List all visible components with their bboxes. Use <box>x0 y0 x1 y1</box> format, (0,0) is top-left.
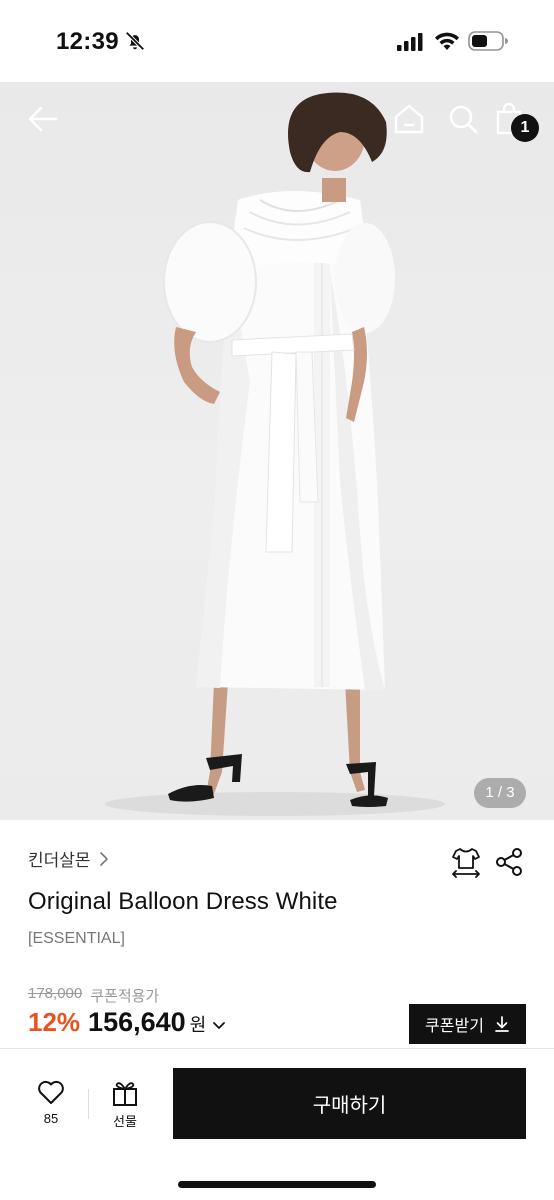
search-icon[interactable] <box>446 102 480 136</box>
cart-count-badge: 1 <box>511 114 539 142</box>
signal-icon <box>397 33 423 51</box>
brand-name: 킨더살몬 <box>28 851 91 870</box>
price-row[interactable]: 12% 156,640 원 <box>28 1007 226 1038</box>
like-count: 85 <box>43 1111 59 1126</box>
heart-icon <box>38 1080 64 1104</box>
product-photo <box>105 92 445 816</box>
get-coupon-button[interactable]: 쿠폰받기 <box>409 1004 526 1044</box>
home-indicator <box>178 1181 376 1188</box>
discount-rate: 12% <box>28 1007 81 1037</box>
wifi-icon <box>435 32 459 50</box>
buy-button-label: 구매하기 <box>312 1095 387 1117</box>
gift-icon <box>113 1082 137 1106</box>
product-title: Original Balloon Dress White <box>28 888 338 915</box>
gift-button[interactable]: 선물 <box>102 1079 148 1130</box>
currency-unit: 원 <box>189 1015 207 1035</box>
brand-link[interactable]: 킨더살몬 <box>28 846 109 871</box>
buy-button[interactable]: 구매하기 <box>173 1068 526 1139</box>
product-collection: [ESSENTIAL] <box>28 930 125 947</box>
gallery-page-indicator: 1 / 3 <box>474 778 526 808</box>
divider <box>88 1089 89 1119</box>
sale-price: 156,640 <box>88 1007 186 1037</box>
original-price: 178,000 <box>28 985 83 1002</box>
bottom-action-bar: 85 선물 구매하기 <box>0 1048 554 1200</box>
size-guide-icon[interactable] <box>450 846 482 878</box>
back-arrow-icon[interactable] <box>26 102 60 136</box>
share-icon[interactable] <box>494 846 524 878</box>
chevron-right-icon <box>99 851 108 866</box>
original-price-row: 178,000 쿠폰적용가 <box>28 985 159 1006</box>
gift-label: 선물 <box>113 1114 137 1129</box>
status-bar: 12:39 <box>0 0 554 82</box>
bell-slash-icon <box>125 31 145 51</box>
status-time: 12:39 <box>56 28 119 55</box>
coupon-button-label: 쿠폰받기 <box>425 1018 484 1035</box>
coupon-price-note: 쿠폰적용가 <box>90 988 160 1005</box>
battery-icon <box>468 31 508 51</box>
home-icon[interactable] <box>392 102 426 136</box>
download-icon <box>495 1016 509 1032</box>
chevron-down-icon[interactable] <box>212 1021 226 1031</box>
product-image-carousel[interactable]: 1 / 3 <box>0 82 554 820</box>
like-button[interactable]: 85 <box>28 1079 74 1126</box>
